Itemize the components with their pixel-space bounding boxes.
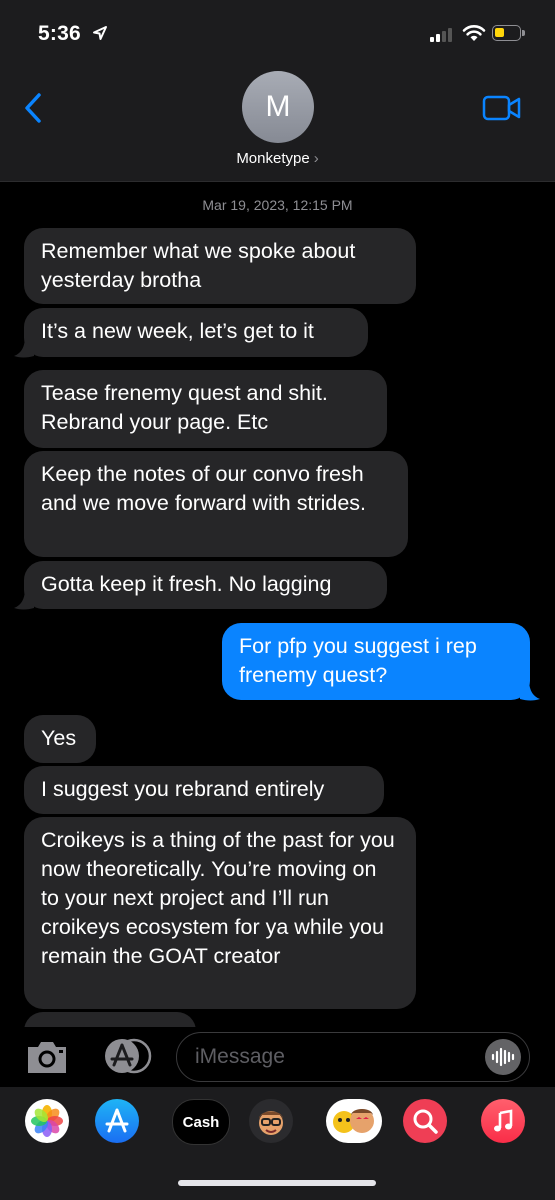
search-images-app-icon[interactable] xyxy=(403,1099,447,1143)
message-text: I suggest you rebrand entirely xyxy=(41,777,325,801)
music-app-icon[interactable] xyxy=(481,1099,525,1143)
message-text: Keep the notes of our convo fresh and we… xyxy=(41,462,367,515)
message-bubble-incoming[interactable]: Keep the notes of our convo fresh and we… xyxy=(24,451,408,557)
app-store-app-icon[interactable] xyxy=(95,1099,139,1143)
message-bubble-outgoing[interactable]: For pfp you suggest i rep frenemy quest? xyxy=(222,623,530,700)
home-indicator[interactable] xyxy=(178,1180,376,1186)
location-arrow-icon xyxy=(93,26,107,40)
memoji-app-icon[interactable] xyxy=(249,1099,293,1143)
contact-chevron-icon: › xyxy=(313,150,319,167)
imessage-placeholder: iMessage xyxy=(195,1045,285,1068)
message-bubble-incoming[interactable]: Gotta keep it fresh. No lagging xyxy=(24,561,387,609)
message-text: It’s a new week, let’s get to it xyxy=(41,319,314,343)
contact-name: Monketype xyxy=(236,150,310,167)
camera-icon[interactable] xyxy=(24,1038,70,1076)
app-drawer-toggle-icon[interactable] xyxy=(98,1038,152,1074)
message-text: Croikeys is a thing of the past for you … xyxy=(41,828,395,968)
bubble-tail xyxy=(14,336,34,358)
bubble-tail xyxy=(520,679,540,701)
bubble-tail xyxy=(14,588,34,610)
status-time: 5:36 xyxy=(38,22,81,45)
contact-name-button[interactable]: Monketype › xyxy=(0,150,555,167)
message-bubble-incoming[interactable]: Remember what we spoke about yesterday b… xyxy=(24,228,416,304)
message-text: For pfp you suggest i rep frenemy quest? xyxy=(239,634,477,687)
cellular-signal-icon xyxy=(430,28,452,42)
wifi-icon xyxy=(462,25,486,41)
photos-app-icon[interactable] xyxy=(25,1099,69,1143)
message-text: Remember what we spoke about yesterday b… xyxy=(41,239,356,292)
voice-message-icon[interactable] xyxy=(485,1039,521,1075)
message-text: Gotta keep it fresh. No lagging xyxy=(41,572,332,596)
message-bubble-incoming[interactable]: Yes xyxy=(24,715,96,763)
message-timestamp: Mar 19, 2023, 12:15 PM xyxy=(202,197,353,213)
message-text: Yes xyxy=(41,726,77,750)
avatar-initial: M xyxy=(265,90,291,123)
message-bubble-incoming[interactable]: Croikeys is a thing of the past for you … xyxy=(24,817,416,1009)
imessage-input[interactable]: iMessage xyxy=(176,1032,530,1082)
back-chevron-icon[interactable] xyxy=(22,92,44,124)
memoji-stickers-app-icon[interactable] xyxy=(326,1099,382,1143)
message-bubble-incoming[interactable]: It’s a new week, let’s get to it xyxy=(24,308,368,357)
contact-avatar[interactable]: M xyxy=(242,71,314,143)
apple-cash-label: Cash xyxy=(182,1113,220,1131)
message-bubble-incoming[interactable]: Tease frenemy quest and shit. Rebrand yo… xyxy=(24,370,387,448)
message-bubble-incoming[interactable]: I suggest you rebrand entirely xyxy=(24,766,384,814)
message-text: Tease frenemy quest and shit. Rebrand yo… xyxy=(41,381,328,434)
apple-cash-app-icon[interactable]: Cash xyxy=(172,1099,230,1145)
battery-icon xyxy=(492,25,525,41)
facetime-video-icon[interactable] xyxy=(482,94,522,122)
